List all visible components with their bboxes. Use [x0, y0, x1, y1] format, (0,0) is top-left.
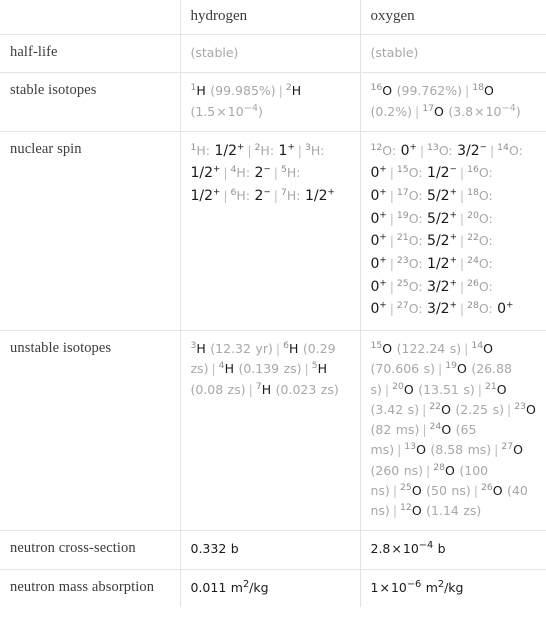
- row-label-stable-isotopes: stable isotopes: [0, 72, 181, 132]
- cell-nuclear-spin-hydrogen: 1H: 1/2+ | 2H: 1+ | 3H: 1/2+ | 4H: 2− | 5H: 1/2+…: [179, 130, 361, 332]
- row-label-unstable-isotopes: unstable isotopes: [0, 330, 181, 532]
- column-header-oxygen: oxygen: [359, 0, 546, 35]
- column-header-hydrogen: hydrogen: [179, 0, 361, 35]
- table-header-row: hydrogen oxygen: [0, 0, 546, 35]
- cell-neutron-mass-absorption-hydrogen: 0.011 m2/kg: [179, 568, 361, 607]
- cell-unstable-isotopes-oxygen: 15O (122.24 s) | 14O (70.606 s) | 19O (26.88…: [359, 330, 546, 532]
- row-label-half-life: half-life: [0, 33, 181, 74]
- cell-stable-isotopes-hydrogen: 1H (99.985%) | 2H (1.5×10−4): [179, 72, 361, 132]
- table-row-unstable-isotopes: unstable isotopes 3H (12.32 yr) | 6H (0.29…: [0, 330, 546, 532]
- row-label-neutron-cross-section: neutron cross-section: [0, 530, 181, 570]
- table-row-stable-isotopes: stable isotopes 1H (99.985%) | 2H (1.5×10−…: [0, 72, 546, 132]
- cell-nuclear-spin-oxygen: 12O: 0+ | 13O: 3/2− | 14O: 0+ | 15O: 1/2− | 16O:…: [359, 130, 546, 332]
- cell-stable-isotopes-oxygen: 16O (99.762%) | 18O (0.2%) | 17O (3.8×10−4): [359, 72, 546, 132]
- element-properties-table: hydrogen oxygen half-life (stable) (stab…: [0, 0, 546, 607]
- neutron-ma-hydrogen-number: 0.011: [190, 579, 227, 595]
- cell-unstable-isotopes-hydrogen: 3H (12.32 yr) | 6H (0.29 zs) | 4H (0.139 zs)…: [179, 330, 361, 532]
- cell-neutron-mass-absorption-oxygen: 1×10−6 m2/kg: [359, 568, 546, 607]
- cell-neutron-cross-section-hydrogen: 0.332 b: [179, 530, 361, 570]
- header-blank-cell: [0, 0, 181, 35]
- table-row-nuclear-spin: nuclear spin 1H: 1/2+ | 2H: 1+ | 3H: 1/2+ | 4H…: [0, 130, 546, 332]
- row-label-nuclear-spin: nuclear spin: [0, 130, 181, 332]
- table-row-half-life: half-life (stable) (stable): [0, 33, 546, 74]
- row-label-neutron-mass-absorption: neutron mass absorption: [0, 568, 181, 607]
- neutron-cs-hydrogen-value: 0.332 b: [190, 541, 239, 557]
- table-row-neutron-mass-absorption: neutron mass absorption 0.011 m2/kg 1×10…: [0, 568, 546, 607]
- cell-neutron-cross-section-oxygen: 2.8×10−4 b: [359, 530, 546, 570]
- table-row-neutron-cross-section: neutron cross-section 0.332 b 2.8×10−4 b: [0, 530, 546, 570]
- cell-half-life-hydrogen: (stable): [179, 33, 361, 74]
- cell-half-life-oxygen: (stable): [359, 33, 546, 74]
- half-life-oxygen-value: (stable): [370, 45, 419, 60]
- half-life-hydrogen-value: (stable): [190, 45, 239, 60]
